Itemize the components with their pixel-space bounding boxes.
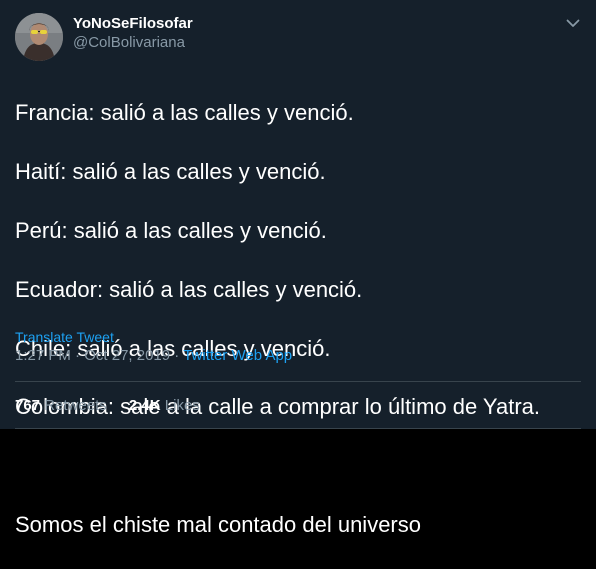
likes-count: 2.4K (128, 397, 161, 414)
translate-tweet-link[interactable]: Translate Tweet (15, 329, 114, 345)
user-handle[interactable]: @ColBolivariana (73, 33, 193, 53)
meta-separator: · (174, 347, 180, 364)
meta-separator: · (75, 347, 81, 364)
avatar-image (15, 13, 63, 61)
avatar[interactable] (15, 13, 63, 61)
chevron-down-icon[interactable] (564, 14, 582, 32)
tweet-line: Francia: salió a las calles y venció. (15, 100, 354, 126)
tweet-line: Perú: salió a las calles y venció. (15, 218, 327, 244)
display-name[interactable]: YoNoSeFilosofar (73, 14, 193, 33)
retweets-count: 767 (15, 397, 41, 414)
tweet-line: Haití: salió a las calles y venció. (15, 159, 326, 185)
tweet-date[interactable]: Oct 27, 2019 (84, 347, 170, 364)
tweet-stats: 767 Retweets 2.4K Likes (15, 396, 218, 416)
tweet-meta: 1:27 PM · Oct 27, 2019 · Twitter Web App (15, 346, 292, 366)
retweets-label: Retweets (44, 397, 107, 414)
likes-stat[interactable]: 2.4K Likes (129, 397, 200, 414)
likes-label: Likes (164, 397, 200, 414)
tweet-text: Francia: salió a las calles y venció. Ha… (15, 69, 585, 569)
tweet-source-link[interactable]: Twitter Web App (183, 347, 292, 364)
retweets-stat[interactable]: 767 Retweets (15, 397, 111, 414)
tweet-card: YoNoSeFilosofar @ColBolivariana Francia:… (0, 0, 596, 537)
divider (15, 381, 581, 382)
author-block[interactable]: YoNoSeFilosofar @ColBolivariana (73, 14, 193, 53)
tweet-line: Somos el chiste mal contado del universo (15, 512, 421, 538)
tweet-time[interactable]: 1:27 PM (15, 347, 71, 364)
tweet-line: Ecuador: salió a las calles y venció. (15, 276, 363, 302)
